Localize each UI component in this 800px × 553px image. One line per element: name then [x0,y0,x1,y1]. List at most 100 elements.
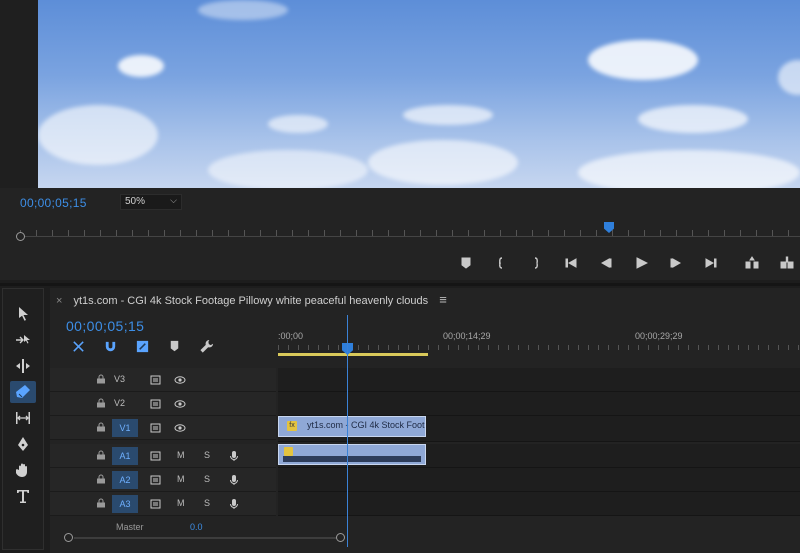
play-icon[interactable] [623,252,658,274]
sync-lock-icon[interactable] [150,398,162,410]
lock-icon[interactable] [96,498,106,508]
fx-badge-icon: fx [287,421,297,431]
add-marker-icon[interactable] [164,338,184,354]
track-header-v1[interactable]: V1 [50,416,276,440]
go-to-in-icon[interactable] [553,252,588,274]
track-target-a1[interactable]: A1 [112,447,138,465]
solo-button[interactable]: S [204,498,210,508]
hand-tool-icon[interactable] [10,459,36,481]
tools-panel [2,288,44,550]
track-header-v3[interactable]: V3 [50,368,276,392]
ruler-label: 00;00;29;29 [635,331,683,341]
solo-button[interactable]: S [204,474,210,484]
eye-icon[interactable] [174,398,186,410]
timeline-toolbar [68,338,216,354]
panel-divider[interactable] [0,283,800,286]
close-tab-icon[interactable]: × [56,295,62,307]
timeline-panel: × yt1s.com - CGI 4k Stock Footage Pillow… [50,288,800,553]
step-back-icon[interactable] [588,252,623,274]
monitor-left-strip [0,0,38,188]
lift-icon[interactable] [734,252,769,274]
type-tool-icon[interactable] [10,485,36,507]
video-clip[interactable]: fx yt1s.com - CGI 4k Stock Foot [278,416,426,437]
razor-tool-icon[interactable] [10,381,36,403]
track-lane-v3[interactable] [278,368,800,392]
nest-sequence-icon[interactable] [68,338,88,354]
track-target-a2[interactable]: A2 [112,471,138,489]
scroll-track [74,537,342,539]
eye-icon[interactable] [174,374,186,386]
timeline-ruler[interactable]: :00;00 00;00;14;29 00;00;29;29 [278,326,800,356]
track-header-a3[interactable]: A3 M S [50,492,276,516]
audio-waveform [283,456,421,462]
track-lane-v2[interactable] [278,392,800,416]
scroll-handle-left[interactable] [64,533,73,542]
monitor-time-ruler[interactable] [16,222,800,244]
microphone-icon[interactable] [228,450,240,462]
microphone-icon[interactable] [228,474,240,486]
scroll-handle-right[interactable] [336,533,345,542]
track-select-tool-icon[interactable] [10,329,36,351]
lock-icon[interactable] [96,398,106,408]
zoom-level-value: 50% [125,196,146,207]
timeline-timecode[interactable]: 00;00;05;15 [66,318,144,334]
snap-magnet-icon[interactable] [100,338,120,354]
track-name: V1 [119,423,131,433]
ripple-edit-tool-icon[interactable] [10,355,36,377]
sync-lock-icon[interactable] [150,422,162,434]
sequence-name: yt1s.com - CGI 4k Stock Footage Pillowy … [73,295,429,307]
zoom-level-select[interactable]: 50% ⌵ [120,194,182,210]
panel-menu-icon[interactable]: ≡ [439,292,447,307]
slip-tool-icon[interactable] [10,407,36,429]
sync-lock-icon[interactable] [150,498,162,510]
zoom-scroll-handle[interactable] [16,232,25,241]
microphone-icon[interactable] [228,498,240,510]
fx-badge-icon [284,447,293,456]
lock-icon[interactable] [96,450,106,460]
mark-in-icon[interactable] [483,252,518,274]
add-marker-icon[interactable] [448,252,483,274]
track-name: A3 [119,499,131,509]
mute-button[interactable]: M [177,450,185,460]
transport-controls [448,252,800,274]
lock-icon[interactable] [96,374,106,384]
sync-lock-icon[interactable] [150,450,162,462]
mute-button[interactable]: M [177,474,185,484]
track-lane-a3[interactable] [278,492,800,516]
track-target-v1[interactable]: V1 [112,419,138,437]
ruler-label: 00;00;14;29 [443,331,491,341]
sequence-tab[interactable]: × yt1s.com - CGI 4k Stock Footage Pillow… [56,292,447,307]
ruler-line [20,236,800,237]
chevron-down-icon: ⌵ [170,195,177,205]
track-lane-a2[interactable] [278,468,800,492]
linked-selection-icon[interactable] [132,338,152,354]
program-monitor: 00;00;05;15 50% ⌵ [0,0,800,280]
timeline-zoom-scrollbar[interactable] [64,531,800,545]
lock-icon[interactable] [96,474,106,484]
mute-button[interactable]: M [177,498,185,508]
selection-tool-icon[interactable] [10,303,36,325]
track-name: V2 [114,398,126,408]
program-video-frame[interactable] [38,0,800,188]
audio-clip[interactable] [278,444,426,465]
track-header-a2[interactable]: A2 M S [50,468,276,492]
wrench-settings-icon[interactable] [196,338,216,354]
sync-lock-icon[interactable] [150,474,162,486]
extract-icon[interactable] [769,252,800,274]
ruler-label: :00;00 [278,331,304,341]
track-header-v2[interactable]: V2 [50,392,276,416]
track-header-a1[interactable]: A1 M S [50,444,276,468]
mark-out-icon[interactable] [518,252,553,274]
playhead-timecode[interactable]: 00;00;05;15 [20,196,87,210]
step-forward-icon[interactable] [658,252,693,274]
track-name: A1 [119,451,131,461]
lock-icon[interactable] [96,422,106,432]
pen-tool-icon[interactable] [10,433,36,455]
go-to-out-icon[interactable] [693,252,728,274]
track-target-a3[interactable]: A3 [112,495,138,513]
sync-lock-icon[interactable] [150,374,162,386]
eye-icon[interactable] [174,422,186,434]
track-name: V3 [114,374,126,384]
work-area-bar[interactable] [278,353,428,356]
solo-button[interactable]: S [204,450,210,460]
